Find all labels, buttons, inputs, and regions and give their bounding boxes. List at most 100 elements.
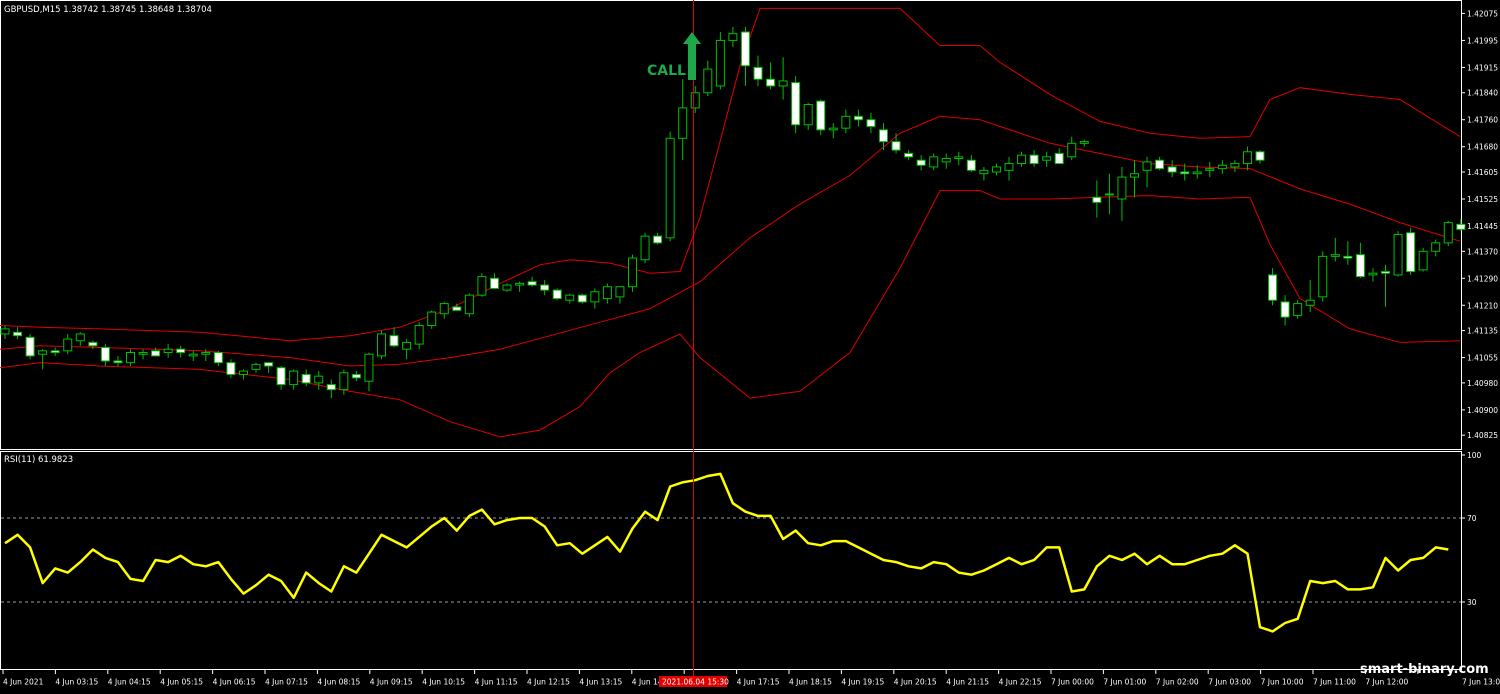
candle[interactable] [791, 75, 801, 134]
candle-body-bull [364, 353, 374, 382]
call-label: CALL [647, 63, 686, 79]
candle-body-bull [477, 276, 487, 296]
time-tick-label: 4 Jun 21:15 [946, 678, 989, 687]
candle[interactable] [1393, 231, 1403, 277]
candle-body-bull [979, 169, 989, 175]
candle-body-bear [452, 306, 462, 311]
candle-body-bull [238, 370, 248, 375]
time-tick-label: 4 Jun 19:15 [841, 678, 884, 687]
candle-body-bull [678, 107, 688, 139]
candle-body-bear [113, 360, 123, 364]
time-tick-label: 7 Jun 02:00 [1156, 678, 1199, 687]
candle-body-bear [866, 119, 876, 127]
price-tick-label: 1.41605 [1467, 168, 1498, 177]
time-tick-label: 7 Jun 00:00 [1051, 678, 1094, 687]
candle-body-bull [1368, 272, 1378, 276]
time-tick-label: 7 Jun 03:00 [1208, 678, 1251, 687]
candle[interactable] [715, 31, 725, 90]
candle-body-bull [1305, 299, 1315, 306]
candle-body-bear [1268, 274, 1278, 301]
candle-body-bull [1079, 141, 1089, 144]
candle-body-bull [251, 363, 261, 370]
symbol-header: GBPUSD,M15 1.38742 1.38745 1.38648 1.387… [4, 5, 212, 15]
time-tick-label: 7 Jun 11:00 [1313, 678, 1356, 687]
candle[interactable] [464, 293, 474, 318]
time-tick-label: 4 Jun 10:15 [422, 678, 465, 687]
candle[interactable] [816, 99, 826, 135]
candle-body-bull [628, 257, 637, 288]
candle-body-bull [1017, 154, 1027, 165]
candle[interactable] [577, 293, 587, 304]
time-tick-label: 4 Jun 06:15 [213, 678, 256, 687]
candle-body-bear [527, 281, 537, 286]
rsi-tick-label: 100 [1467, 451, 1482, 460]
candle-body-bull [828, 127, 838, 131]
candle-body-bear [1280, 301, 1290, 318]
candle-body-bull [640, 235, 650, 261]
candle[interactable] [502, 283, 512, 292]
candle[interactable] [552, 288, 562, 301]
time-tick-label: 4 Jun 20:15 [894, 678, 937, 687]
candle[interactable] [1443, 220, 1453, 247]
watermark: smart-binary.com [1360, 662, 1489, 677]
price-tick-label: 1.42075 [1467, 9, 1498, 18]
candle-body-bear [1155, 159, 1165, 170]
candle-body-bear [326, 384, 336, 391]
candle-body-bull [841, 115, 851, 129]
candle-body-bull [1418, 250, 1428, 271]
candle[interactable] [377, 330, 386, 360]
candle[interactable] [1418, 247, 1428, 272]
time-tick-label: 4 Jun 08:15 [317, 678, 360, 687]
current-time-label: 2021.06.04 15:30 [662, 678, 729, 687]
candle[interactable] [1318, 251, 1328, 302]
chart-canvas[interactable]: 1.42075 1.41995 1.41915 1.41840 1.41760 1.416… [0, 0, 1500, 690]
candle-body-bear [766, 78, 776, 87]
candle-body-bear [1456, 223, 1466, 230]
candle-body-bull [1443, 222, 1453, 244]
time-tick-label: 4 Jun 03:15 [55, 678, 98, 687]
price-tick-label: 1.41760 [1467, 116, 1498, 125]
candle-body-bear [351, 373, 361, 379]
time-tick-label: 4 Jun 22:15 [999, 678, 1042, 687]
candle-body-bear [264, 362, 274, 367]
candle[interactable] [25, 333, 35, 360]
candle-body-bull [515, 282, 525, 286]
candle-body-bull [1117, 176, 1127, 200]
candle-body-bear [966, 159, 976, 171]
candle[interactable] [1406, 227, 1416, 275]
time-tick-label: 4 Jun 12:15 [527, 678, 570, 687]
candle-body-bull [75, 333, 85, 342]
candle-body-bear [916, 159, 926, 166]
price-tick-label: 1.40900 [1467, 406, 1498, 415]
candle-body-bear [540, 284, 550, 291]
candle-body-bear [552, 289, 562, 300]
time-tick-label: 7 Jun 10:00 [1261, 678, 1304, 687]
candle-body-bear [891, 141, 901, 151]
candle-body-bull [377, 333, 386, 357]
candle-body-bull [1004, 163, 1014, 171]
candle-body-bull [1130, 173, 1139, 178]
candle-body-bull [602, 286, 612, 300]
candle-body-bear [1355, 254, 1365, 278]
trading-chart-window[interactable]: 1.42075 1.41995 1.41915 1.41840 1.41760 1.416… [0, 0, 1500, 690]
candle-body-bear [226, 362, 236, 375]
candle[interactable] [477, 273, 487, 297]
candle[interactable] [640, 232, 650, 264]
candle[interactable] [665, 131, 675, 242]
candle-body-bull [289, 370, 299, 386]
candle-body-bull [1205, 168, 1215, 171]
candle-body-bull [427, 311, 437, 327]
candle-body-bear [853, 115, 863, 121]
candle-body-bull [728, 33, 738, 41]
candle-body-bull [778, 80, 788, 87]
candle-body-bear [489, 277, 499, 289]
candle-body-bull [1042, 156, 1052, 161]
candle-body-bull [314, 375, 324, 384]
candle-body-bear [879, 129, 888, 143]
candle-body-bear [88, 341, 98, 347]
candle-body-bear [1255, 151, 1265, 161]
price-tick-label: 1.40825 [1467, 431, 1498, 440]
candle-body-bear [389, 335, 399, 347]
candle-body-bear [301, 373, 311, 384]
candle[interactable] [628, 254, 637, 292]
